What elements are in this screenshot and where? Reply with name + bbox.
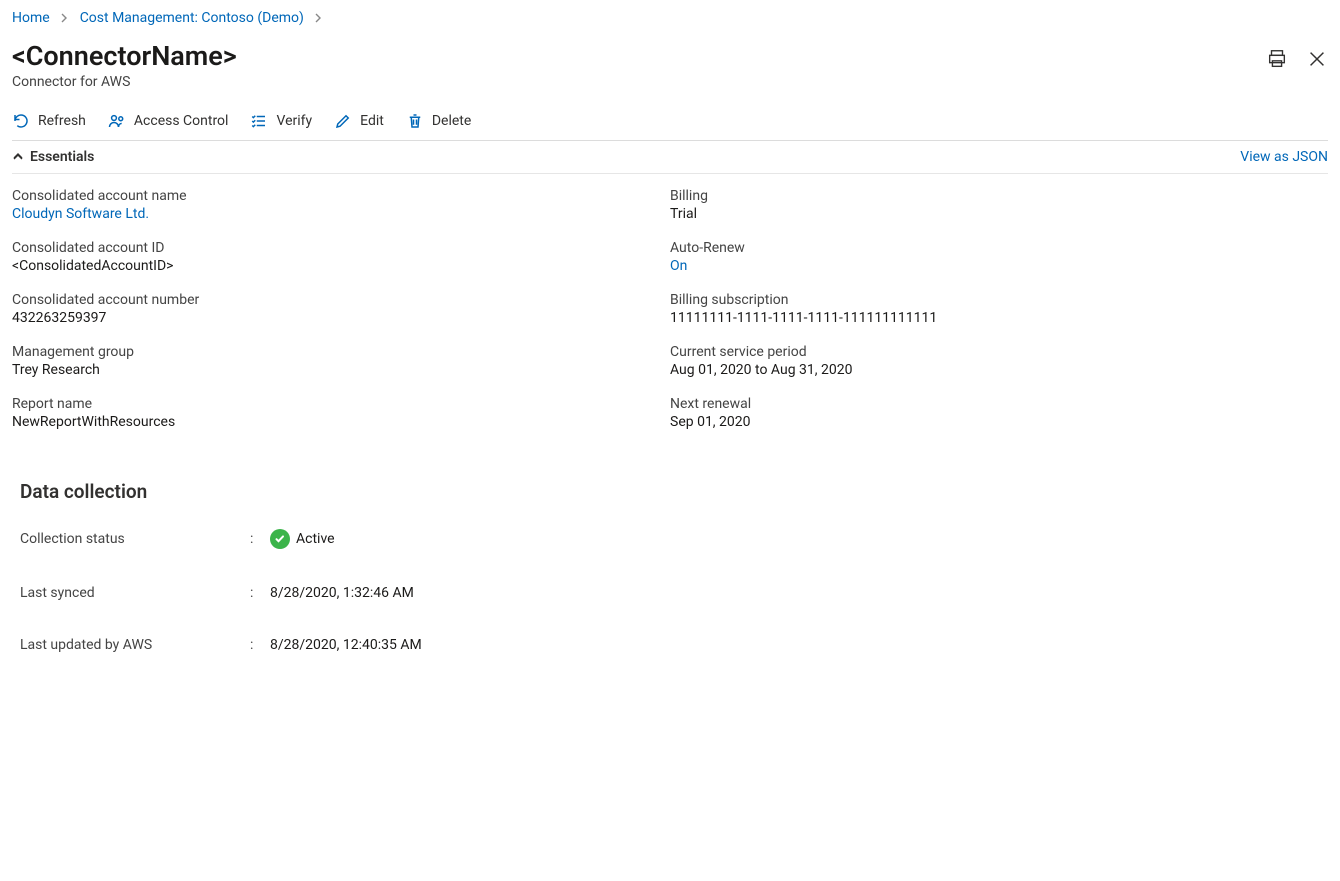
breadcrumb: Home Cost Management: Contoso (Demo) — [12, 10, 1328, 26]
field-label: Consolidated account name — [12, 188, 670, 204]
colon: : — [250, 531, 270, 547]
toolbar: Refresh Access Control Verify Edit — [12, 112, 1328, 141]
access-control-label: Access Control — [134, 113, 229, 129]
pencil-icon — [334, 112, 352, 130]
verify-button[interactable]: Verify — [250, 112, 312, 130]
edit-button[interactable]: Edit — [334, 112, 384, 130]
essentials-left-column: Consolidated account name Cloudyn Softwa… — [12, 188, 670, 430]
current-service-period: Current service period Aug 01, 2020 to A… — [670, 344, 1328, 378]
field-label: Billing subscription — [670, 292, 1328, 308]
field-value: Active — [270, 529, 335, 549]
consolidated-account-number: Consolidated account number 432263259397 — [12, 292, 670, 326]
field-value: 432263259397 — [12, 310, 670, 326]
chevron-right-icon — [314, 13, 324, 23]
breadcrumb-item-cost-management[interactable]: Cost Management: Contoso (Demo) — [80, 10, 304, 26]
edit-label: Edit — [360, 113, 384, 129]
colon: : — [250, 585, 270, 601]
page-subtitle: Connector for AWS — [12, 74, 237, 90]
field-value: Sep 01, 2020 — [670, 414, 1328, 430]
field-value[interactable]: Cloudyn Software Ltd. — [12, 206, 670, 222]
refresh-icon — [12, 112, 30, 130]
breadcrumb-item-home[interactable]: Home — [12, 10, 50, 26]
verify-label: Verify — [276, 113, 312, 129]
field-value: Trey Research — [12, 362, 670, 378]
field-label: Billing — [670, 188, 1328, 204]
close-icon[interactable] — [1306, 48, 1328, 70]
field-label: Next renewal — [670, 396, 1328, 412]
essentials-title: Essentials — [30, 149, 94, 165]
field-label: Consolidated account ID — [12, 240, 670, 256]
field-label: Management group — [12, 344, 670, 360]
field-label: Last synced — [20, 585, 250, 601]
field-value: Aug 01, 2020 to Aug 31, 2020 — [670, 362, 1328, 378]
page-header: <ConnectorName> Connector for AWS — [12, 40, 1328, 90]
people-icon — [108, 112, 126, 130]
view-as-json-link[interactable]: View as JSON — [1240, 149, 1328, 165]
last-synced-row: Last synced : 8/28/2020, 1:32:46 AM — [12, 585, 1328, 601]
essentials-right-column: Billing Trial Auto-Renew On Billing subs… — [670, 188, 1328, 430]
chevron-right-icon — [60, 13, 70, 23]
colon: : — [250, 637, 270, 653]
field-value: 8/28/2020, 1:32:46 AM — [270, 585, 414, 601]
delete-button[interactable]: Delete — [406, 112, 471, 130]
print-icon[interactable] — [1266, 48, 1288, 70]
delete-label: Delete — [432, 113, 471, 129]
collection-status-row: Collection status : Active — [12, 529, 1328, 549]
field-label: Current service period — [670, 344, 1328, 360]
field-label: Last updated by AWS — [20, 637, 250, 653]
refresh-button[interactable]: Refresh — [12, 112, 86, 130]
chevron-up-icon — [12, 151, 24, 163]
page-title: <ConnectorName> — [12, 40, 237, 72]
auto-renew: Auto-Renew On — [670, 240, 1328, 274]
refresh-label: Refresh — [38, 113, 86, 129]
field-value[interactable]: On — [670, 258, 1328, 274]
billing-subscription: Billing subscription 11111111-1111-1111-… — [670, 292, 1328, 326]
consolidated-account-name: Consolidated account name Cloudyn Softwa… — [12, 188, 670, 222]
field-label: Consolidated account number — [12, 292, 670, 308]
access-control-button[interactable]: Access Control — [108, 112, 229, 130]
field-value: 8/28/2020, 12:40:35 AM — [270, 637, 422, 653]
status-text: Active — [296, 531, 335, 547]
billing: Billing Trial — [670, 188, 1328, 222]
field-value: <ConsolidatedAccountID> — [12, 258, 670, 274]
success-check-icon — [270, 529, 290, 549]
essentials-body: Consolidated account name Cloudyn Softwa… — [12, 174, 1328, 430]
field-label: Collection status — [20, 531, 250, 547]
field-value: NewReportWithResources — [12, 414, 670, 430]
data-collection-title: Data collection — [12, 480, 1328, 503]
field-label: Report name — [12, 396, 670, 412]
management-group: Management group Trey Research — [12, 344, 670, 378]
last-updated-by-aws-row: Last updated by AWS : 8/28/2020, 12:40:3… — [12, 637, 1328, 653]
essentials-toggle[interactable]: Essentials — [12, 149, 94, 165]
consolidated-account-id: Consolidated account ID <ConsolidatedAcc… — [12, 240, 670, 274]
field-label: Auto-Renew — [670, 240, 1328, 256]
field-value: 11111111-1111-1111-1111-111111111111 — [670, 310, 1328, 326]
next-renewal: Next renewal Sep 01, 2020 — [670, 396, 1328, 430]
report-name: Report name NewReportWithResources — [12, 396, 670, 430]
field-value: Trial — [670, 206, 1328, 222]
trash-icon — [406, 112, 424, 130]
checklist-icon — [250, 112, 268, 130]
essentials-header: Essentials View as JSON — [12, 141, 1328, 174]
